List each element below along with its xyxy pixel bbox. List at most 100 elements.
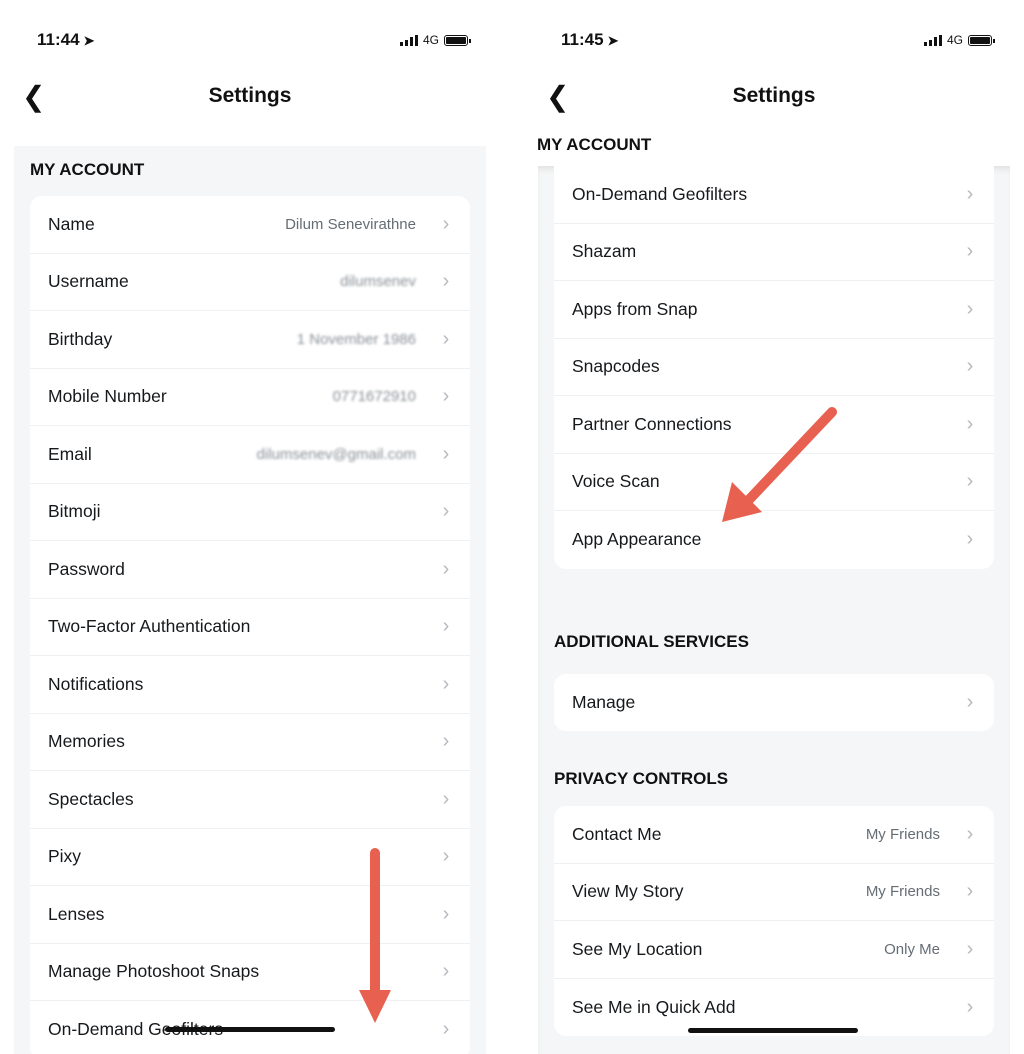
battery-icon <box>444 34 471 46</box>
settings-row-partner-connections[interactable]: Partner Connections › <box>554 396 994 454</box>
row-label: Birthday <box>48 328 113 349</box>
settings-row-two-factor-authentication[interactable]: Two-Factor Authentication › <box>30 599 470 656</box>
privacy-controls-card: Contact Me My Friends › View My Story My Fri… <box>554 806 994 1036</box>
network-label: 4G <box>946 33 963 47</box>
chevron-right-icon: › <box>442 500 450 523</box>
row-label: Name <box>48 213 95 234</box>
settings-row-pixy[interactable]: Pixy › <box>30 829 470 886</box>
row-label: Pixy <box>48 846 82 867</box>
row-label: Shazam <box>572 241 637 262</box>
status-time: 11:45 ➤ <box>561 30 619 49</box>
row-value: My Friends <box>865 825 940 843</box>
chevron-right-icon: › <box>442 385 450 408</box>
settings-row-snapcodes[interactable]: Snapcodes › <box>554 339 994 396</box>
page-title: Settings <box>732 84 816 107</box>
row-label: See My Location <box>572 938 703 959</box>
row-label: Snapcodes <box>572 356 660 377</box>
row-label: Email <box>48 443 92 464</box>
chevron-right-icon: › <box>966 880 974 903</box>
row-label: Memories <box>48 731 125 752</box>
chevron-right-icon: › <box>442 845 450 868</box>
row-label: Notifications <box>48 673 144 694</box>
chevron-right-icon: › <box>966 528 974 551</box>
nav-bar: ❮ Settings <box>0 76 500 116</box>
row-label: App Appearance <box>572 529 702 550</box>
chevron-right-icon: › <box>442 615 450 638</box>
chevron-right-icon: › <box>966 355 974 378</box>
chevron-right-icon: › <box>966 690 974 713</box>
row-value: dilumsenev <box>340 273 416 291</box>
chevron-right-icon: › <box>966 297 974 320</box>
settings-row-manage-photoshoot-snaps[interactable]: Manage Photoshoot Snaps › <box>30 944 470 1001</box>
chevron-right-icon: › <box>442 270 450 293</box>
section-header-my-account: MY ACCOUNT <box>30 160 145 179</box>
additional-services-card: Manage › <box>554 673 994 732</box>
settings-content: On-Demand Geofilters › Shazam › Apps from Sn… <box>538 166 1010 1054</box>
settings-row-see-my-location[interactable]: See My Location Only Me › <box>554 921 994 979</box>
settings-row-email[interactable]: Email dilumsenev@gmail.com › <box>30 426 470 484</box>
row-label: Mobile Number <box>48 386 167 407</box>
chevron-right-icon: › <box>442 672 450 695</box>
status-time: 11:44 ➤ <box>37 30 95 49</box>
row-value: dilumsenev@gmail.com <box>256 445 416 463</box>
row-label: View My Story <box>572 881 684 902</box>
chevron-right-icon: › <box>442 557 450 580</box>
row-label: Username <box>48 271 129 292</box>
settings-row-view-my-story[interactable]: View My Story My Friends › <box>554 864 994 921</box>
settings-row-contact-me[interactable]: Contact Me My Friends › <box>554 806 994 864</box>
row-label: Voice Scan <box>572 471 660 492</box>
settings-row-name[interactable]: Name Dilum Senevirathne › <box>30 196 470 254</box>
settings-row-on-demand-geofilters[interactable]: On-Demand Geofilters › <box>554 166 994 224</box>
chevron-right-icon: › <box>442 730 450 753</box>
chevron-right-icon: › <box>442 787 450 810</box>
chevron-right-icon: › <box>442 960 450 983</box>
nav-bar: ❮ Settings <box>524 76 1024 116</box>
section-header-additional-services: ADDITIONAL SERVICES <box>554 631 749 651</box>
row-value: Dilum Senevirathne <box>285 215 416 233</box>
my-account-card: On-Demand Geofilters › Shazam › Apps from Sn… <box>554 166 994 569</box>
chevron-right-icon: › <box>442 902 450 925</box>
home-indicator <box>165 1027 335 1032</box>
chevron-right-icon: › <box>966 470 974 493</box>
section-header-my-account: MY ACCOUNT <box>537 135 652 154</box>
settings-row-birthday[interactable]: Birthday 1 November 1986 › <box>30 311 470 369</box>
settings-row-manage[interactable]: Manage › <box>554 674 994 732</box>
chevron-right-icon: › <box>966 182 974 205</box>
chevron-right-icon: › <box>966 822 974 845</box>
settings-row-password[interactable]: Password › <box>30 541 470 599</box>
settings-screen-left: 11:44 ➤ 4G ❮ Settings MY ACCOUNT Name Dilu… <box>0 0 500 1054</box>
chevron-right-icon: › <box>966 995 974 1018</box>
settings-row-notifications[interactable]: Notifications › <box>30 656 470 714</box>
signal-icon <box>399 34 418 46</box>
settings-row-voice-scan[interactable]: Voice Scan › <box>554 454 994 511</box>
battery-icon <box>968 34 995 46</box>
settings-row-username[interactable]: Username dilumsenev › <box>30 254 470 311</box>
row-label: Apps from Snap <box>572 298 698 319</box>
chevron-right-icon: › <box>966 412 974 435</box>
settings-row-app-appearance[interactable]: App Appearance › <box>554 511 994 569</box>
settings-screen-right: 11:45 ➤ 4G ❮ Settings MY ACCOUNT On-Deman… <box>524 0 1024 1054</box>
settings-row-shazam[interactable]: Shazam › <box>554 224 994 281</box>
chevron-right-icon: › <box>966 937 974 960</box>
settings-row-apps-from-snap[interactable]: Apps from Snap › <box>554 281 994 339</box>
location-icon: ➤ <box>607 33 619 48</box>
chevron-right-icon: › <box>966 240 974 263</box>
settings-row-memories[interactable]: Memories › <box>30 714 470 771</box>
settings-row-lenses[interactable]: Lenses › <box>30 886 470 944</box>
page-title: Settings <box>208 84 292 107</box>
chevron-right-icon: › <box>442 327 450 350</box>
status-bar: 11:44 ➤ 4G <box>0 28 500 52</box>
row-value: 0771672910 <box>332 388 416 406</box>
chevron-right-icon: › <box>442 442 450 465</box>
row-label: Two-Factor Authentication <box>48 616 251 637</box>
settings-row-spectacles[interactable]: Spectacles › <box>30 771 470 829</box>
row-label: Bitmoji <box>48 501 101 522</box>
status-bar: 11:45 ➤ 4G <box>524 28 1024 52</box>
signal-icon <box>923 34 942 46</box>
row-label: Manage Photoshoot Snaps <box>48 961 260 982</box>
my-account-card: Name Dilum Senevirathne › Username dilumsene… <box>30 196 470 1054</box>
settings-row-mobile-number[interactable]: Mobile Number 0771672910 › <box>30 369 470 426</box>
row-value: My Friends <box>865 883 940 901</box>
settings-row-bitmoji[interactable]: Bitmoji › <box>30 484 470 541</box>
row-value: 1 November 1986 <box>296 330 416 348</box>
